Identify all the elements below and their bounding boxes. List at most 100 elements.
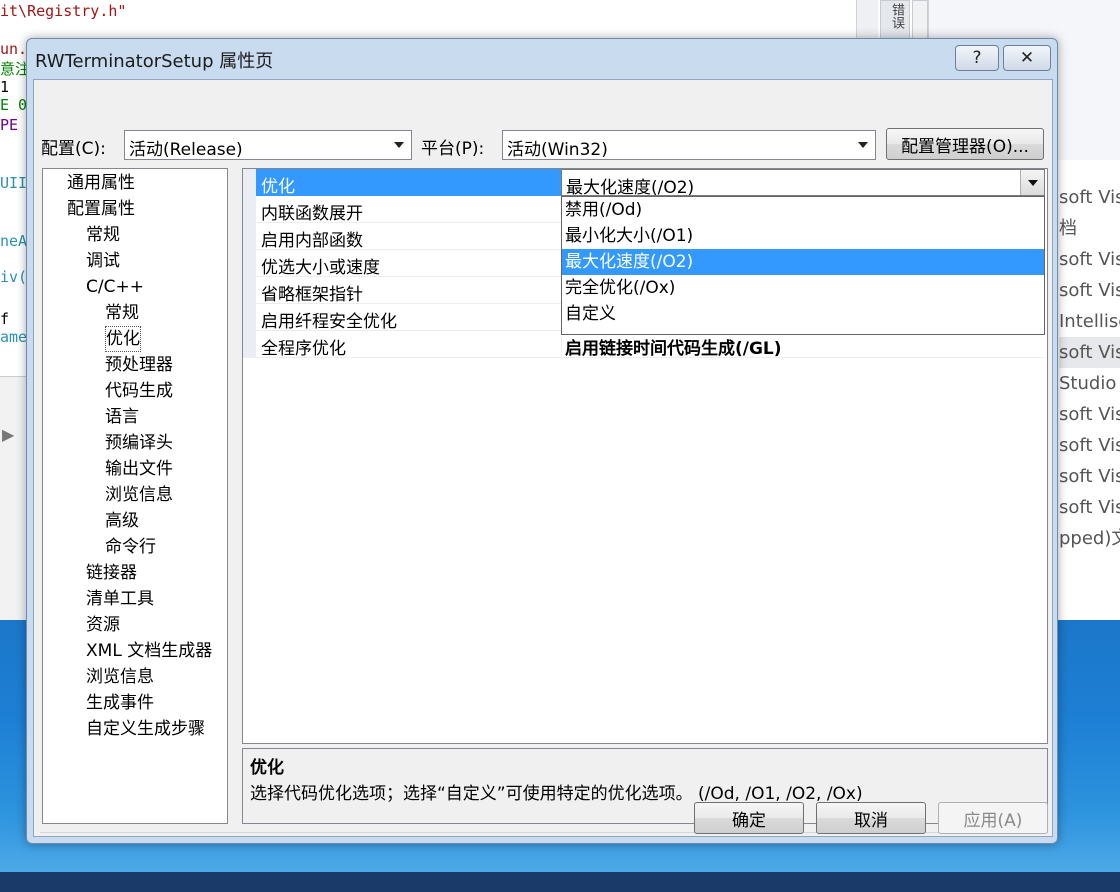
property-value[interactable]: 启用链接时间代码生成(/GL) <box>565 334 782 359</box>
config-manager-label: 配置管理器(O)... <box>901 136 1029 157</box>
tree-item[interactable]: 常规 <box>86 222 120 248</box>
tree-item[interactable]: 预编译头 <box>105 430 173 456</box>
row-gutter <box>243 169 256 196</box>
ok-label: 确定 <box>732 810 766 831</box>
optimization-value-combo[interactable]: 最大化速度(/O2) <box>561 169 1045 198</box>
close-button[interactable]: ✕ <box>1003 45 1051 71</box>
side-tab-label: 错误 <box>889 3 904 29</box>
solution-explorer-item[interactable]: soft Visu <box>1059 461 1120 492</box>
platform-select-value: 活动(Win32) <box>507 140 608 160</box>
solution-explorer-item[interactable]: pped)文 <box>1059 523 1120 554</box>
dropdown-button[interactable] <box>1020 170 1044 195</box>
chevron-down-icon <box>858 142 868 148</box>
description-panel: 优化 选择代码优化选项；选择“自定义”可使用特定的优化选项。 (/Od, /O1… <box>242 748 1048 824</box>
solution-explorer-item[interactable]: soft Visu <box>1059 337 1120 368</box>
property-name: 省略框架指针 <box>261 285 363 305</box>
tree-item[interactable]: 预处理器 <box>105 352 173 378</box>
dialog-client-area: 配置(C): 活动(Release) 平台(P): 活动(Win32) 配置管理… <box>33 79 1053 837</box>
config-manager-button[interactable]: 配置管理器(O)... <box>886 128 1044 160</box>
tree-item[interactable]: 生成事件 <box>86 690 154 716</box>
dropdown-option[interactable]: 完全优化(/Ox) <box>562 275 1044 301</box>
code-line: UII <box>0 174 28 192</box>
tree-item[interactable]: 调试 <box>86 248 120 274</box>
property-name: 优选大小或速度 <box>261 258 380 278</box>
taskbar <box>0 872 1120 892</box>
help-icon: ? <box>972 48 982 68</box>
cancel-label: 取消 <box>854 810 888 831</box>
property-tree[interactable]: 通用属性 配置属性 常规 调试 C/C++ 常规 优化 预处理器 代码生成 语言 预编译头 输出文件浏… <box>42 168 228 824</box>
tree-item[interactable]: 资源 <box>86 612 120 638</box>
solution-explorer-item[interactable]: soft Visu <box>1059 244 1120 275</box>
tree-item[interactable]: 自定义生成步骤 <box>86 716 205 742</box>
ok-button[interactable]: 确定 <box>694 802 804 834</box>
row-gutter <box>243 250 256 277</box>
dropdown-option[interactable]: 最大化速度(/O2) <box>562 249 1044 275</box>
solution-explorer-item[interactable]: soft Visu <box>1059 182 1120 213</box>
row-gutter <box>243 277 256 304</box>
property-name: 内联函数展开 <box>261 204 363 224</box>
property-row[interactable]: 优化 最大化速度(/O2) <box>243 169 1045 198</box>
row-gutter <box>243 304 256 331</box>
tree-item-selected[interactable]: 优化 <box>105 326 141 352</box>
apply-button: 应用(A) <box>938 802 1048 834</box>
row-gutter <box>243 196 256 223</box>
config-select-value: 活动(Release) <box>129 140 243 160</box>
tree-item[interactable]: XML 文档生成器 <box>86 638 212 664</box>
solution-explorer-item[interactable]: soft Visu <box>1059 430 1120 461</box>
code-line: 1 <box>0 78 10 96</box>
dropdown-option[interactable]: 最小化大小(/O1) <box>562 223 1044 249</box>
solution-explorer-item[interactable]: Studio <box>1059 368 1120 399</box>
property-grid[interactable]: 优化 最大化速度(/O2) 内联函数展开 启用内部函数 优选大小或速度 省略框架指针 启用纤… <box>242 168 1048 744</box>
property-name: 优化 <box>261 177 295 197</box>
tree-item[interactable]: 清单工具 <box>86 586 154 612</box>
tree-item[interactable]: 高级 <box>105 508 139 534</box>
config-select[interactable]: 活动(Release) <box>124 130 412 160</box>
play-icon[interactable]: ▶ <box>2 425 14 444</box>
tree-item[interactable]: 通用属性 <box>67 170 135 196</box>
solution-explorer-item[interactable]: 档 <box>1059 213 1120 244</box>
row-gutter <box>243 331 256 358</box>
row-gutter <box>243 223 256 250</box>
config-label: 配置(C): <box>41 139 106 159</box>
property-value: 最大化速度(/O2) <box>566 178 695 198</box>
selected-name-highlight <box>256 169 561 196</box>
tree-item[interactable]: 链接器 <box>86 560 137 586</box>
tree-item[interactable]: 代码生成 <box>105 378 173 404</box>
platform-select[interactable]: 活动(Win32) <box>502 130 876 160</box>
code-line: it\Registry.h" <box>0 2 127 20</box>
solution-explorer-item[interactable]: soft Visu <box>1059 492 1120 523</box>
tree-item[interactable]: 语言 <box>105 404 139 430</box>
tree-item[interactable]: C/C++ <box>86 274 144 300</box>
column-divider <box>561 331 562 358</box>
code-line: f <box>0 310 10 328</box>
property-pages-dialog: RWTerminatorSetup 属性页 ? ✕ 配置(C): 活动(Rele… <box>26 38 1058 844</box>
property-row[interactable]: 全程序优化 启用链接时间代码生成(/GL) <box>243 331 1045 359</box>
optimization-dropdown-list[interactable]: 禁用(/Od) 最小化大小(/O1) 最大化速度(/O2) 完全优化(/Ox) 自定义 <box>561 196 1045 335</box>
cancel-button[interactable]: 取消 <box>816 802 926 834</box>
solution-explorer-item[interactable]: soft Visu <box>1059 275 1120 306</box>
property-name: 启用纤程安全优化 <box>261 312 397 332</box>
dialog-titlebar[interactable]: RWTerminatorSetup 属性页 ? ✕ <box>27 39 1057 79</box>
tree-item[interactable]: 浏览信息 <box>86 664 154 690</box>
dialog-title: RWTerminatorSetup 属性页 <box>35 51 274 72</box>
help-button[interactable]: ? <box>955 45 999 71</box>
tree-item[interactable]: 命令行 <box>105 534 156 560</box>
description-title: 优化 <box>250 758 284 778</box>
dropdown-option[interactable]: 自定义 <box>562 301 1044 327</box>
chevron-down-icon <box>1027 179 1038 186</box>
tree-item[interactable]: 浏览信息 <box>105 482 173 508</box>
tree-item[interactable]: 配置属性 <box>67 196 135 222</box>
solution-explorer-panel: soft Visu档soft Visusoft VisuIntellisesof… <box>1056 160 1120 630</box>
property-name: 启用内部函数 <box>261 231 363 251</box>
apply-label: 应用(A) <box>963 810 1023 831</box>
tree-item[interactable]: 输出文件 <box>105 456 173 482</box>
chevron-down-icon <box>394 142 404 148</box>
property-name: 全程序优化 <box>261 339 346 359</box>
code-line: E 0 <box>0 96 28 114</box>
dropdown-option[interactable]: 禁用(/Od) <box>562 197 1044 223</box>
solution-explorer-item[interactable]: soft Visu <box>1059 399 1120 430</box>
tree-item[interactable]: 常规 <box>105 300 139 326</box>
platform-label: 平台(P): <box>421 139 485 159</box>
solution-explorer-item[interactable]: Intellise <box>1059 306 1120 337</box>
description-text: 选择代码优化选项；选择“自定义”可使用特定的优化选项。 (/Od, /O1, /… <box>250 784 863 804</box>
